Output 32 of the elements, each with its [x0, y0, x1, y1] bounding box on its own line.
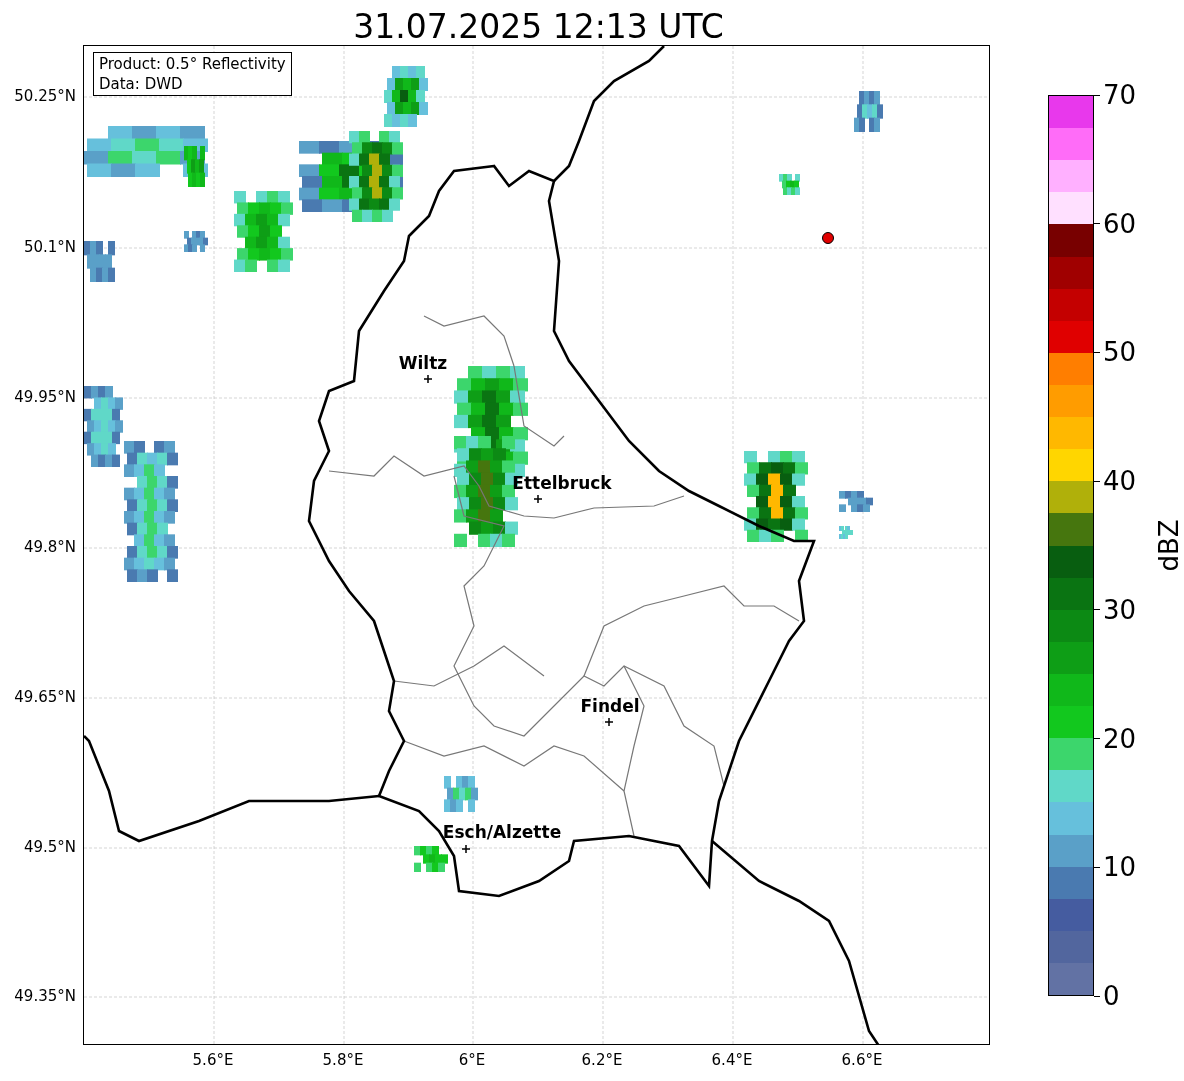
info-text: Product: 0.5° Reflectivity [99, 54, 286, 74]
city-label: Findel [580, 697, 640, 715]
latitude-label: 49.8°N [23, 536, 76, 558]
longitude-label: 6.6°E [841, 1050, 883, 1071]
scale-label: 20 [1103, 725, 1137, 752]
scale-label: 70 [1103, 82, 1137, 108]
longitude-label: 5.6°E [192, 1050, 234, 1071]
latitude-label: 49.95°N [14, 386, 76, 408]
chart-title: 31.07.2025 12:13 UTC [353, 10, 724, 45]
city-label: Wiltz [398, 354, 448, 372]
longitude-label: 5.8°E [322, 1050, 364, 1071]
scale-label: 50 [1103, 339, 1137, 366]
scale-label: 0 [1103, 983, 1120, 1009]
city-marker-icon [462, 845, 470, 853]
scale-unit-label: dBZ [1152, 519, 1184, 572]
latitude-label: 49.65°N [14, 686, 76, 708]
longitude-label: 6°E [458, 1050, 486, 1071]
scale-label: 30 [1103, 596, 1137, 623]
city-marker-icon [534, 495, 542, 503]
longitude-label: 6.2°E [581, 1050, 623, 1071]
info-text: Data: DWD [99, 74, 184, 94]
latitude-label: 49.35°N [14, 985, 76, 1007]
scale-label: 40 [1103, 468, 1137, 495]
city-marker-icon [605, 718, 613, 726]
latitude-label: 50.25°N [14, 85, 76, 107]
longitude-label: 6.4°E [711, 1050, 753, 1071]
scale-label: 60 [1103, 210, 1137, 237]
city-marker-icon [424, 375, 432, 383]
latitude-label: 49.5°N [23, 836, 76, 858]
latitude-label: 50.1°N [23, 236, 76, 258]
city-label: Esch/Alzette [442, 823, 562, 841]
scale-label: 10 [1103, 854, 1137, 881]
